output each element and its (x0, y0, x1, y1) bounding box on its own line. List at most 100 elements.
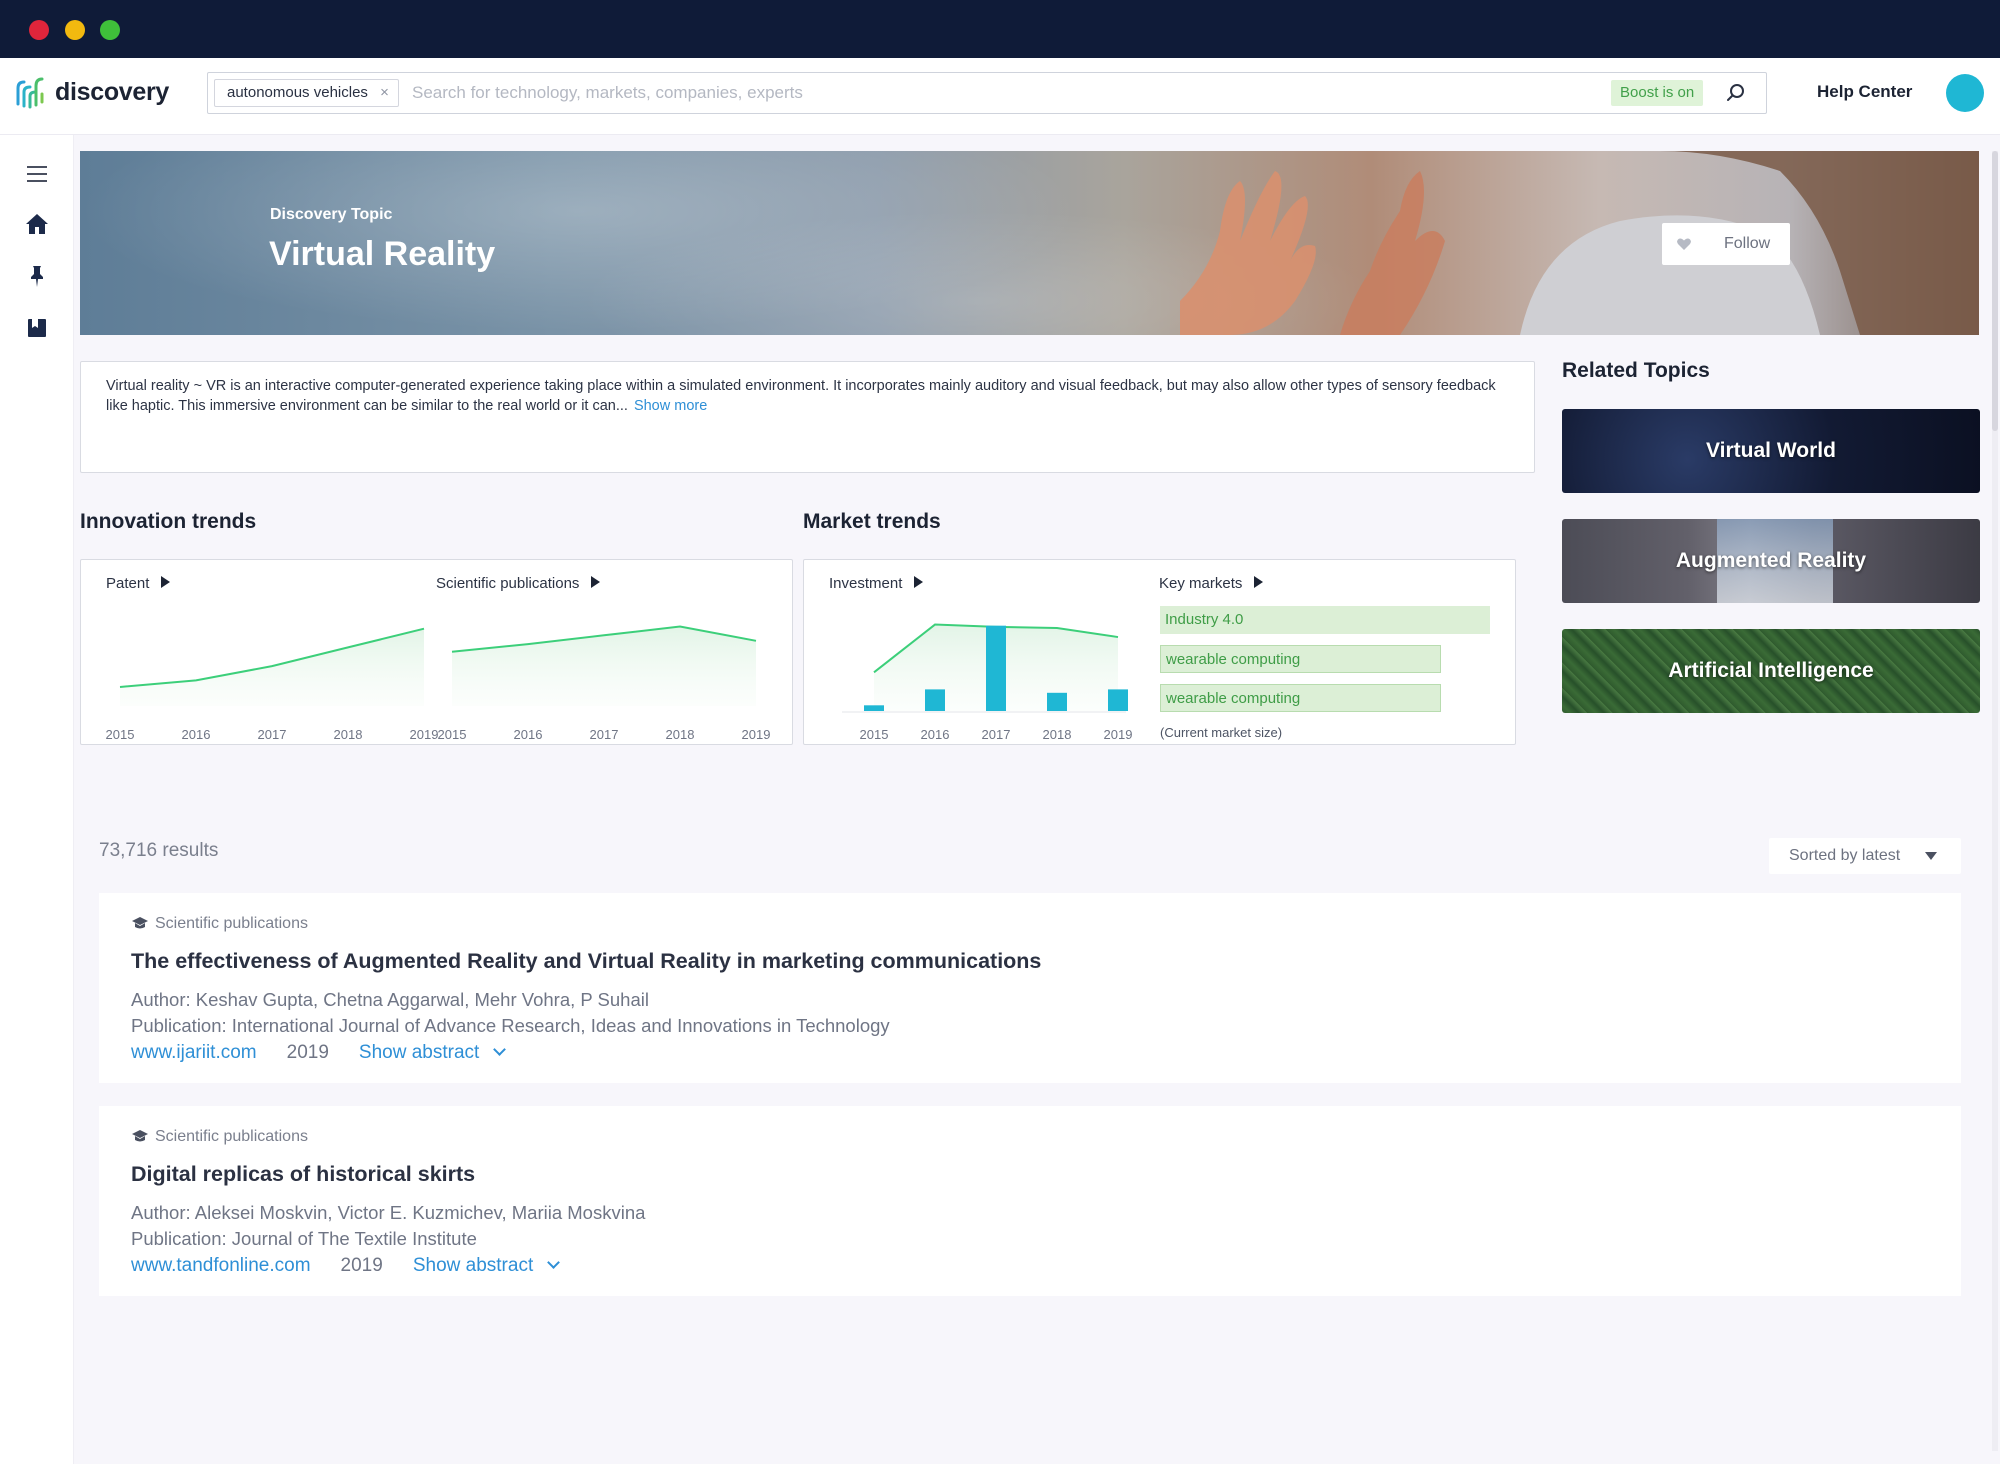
chip-close-icon[interactable]: × (380, 80, 389, 106)
top-header: discovery autonomous vehicles × Boost is… (0, 58, 2000, 135)
pin-icon[interactable] (24, 263, 50, 289)
related-topic-artificial-intelligence[interactable]: Artificial Intelligence (1562, 629, 1980, 713)
result-title[interactable]: The effectiveness of Augmented Reality a… (131, 949, 1041, 974)
brand-name: discovery (55, 78, 169, 107)
menu-icon[interactable] (24, 161, 50, 187)
discovery-logo-icon (14, 74, 46, 110)
publications-chart-tick: 2017 (590, 727, 619, 742)
bookmark-icon[interactable] (24, 315, 50, 341)
investment-tick: 2016 (921, 727, 950, 742)
market-trends-card: Investment Key markets 20152016201720182… (803, 559, 1516, 745)
result-year: 2019 (341, 1255, 383, 1276)
chevron-down-icon[interactable] (493, 1043, 506, 1056)
publications-chart-tick: 2016 (514, 727, 543, 742)
key-market-bar[interactable]: wearable computing (1160, 684, 1441, 712)
play-icon (1254, 576, 1263, 588)
investment-bar (986, 626, 1006, 711)
show-abstract-button[interactable]: Show abstract (413, 1255, 533, 1276)
publications-chart-tick: 2019 (742, 727, 771, 742)
topic-description: Virtual reality ~ VR is an interactive c… (80, 361, 1535, 473)
key-market-bar[interactable]: Industry 4.0 (1160, 606, 1490, 634)
patent-chart-tick: 2015 (106, 727, 135, 742)
market-size-note: (Current market size) (1160, 725, 1282, 740)
result-site-link[interactable]: www.tandfonline.com (131, 1255, 311, 1276)
innovation-trends-card: Patent Scientific publications 201520162… (80, 559, 793, 745)
related-topic-label: Augmented Reality (1676, 549, 1866, 572)
show-more-link[interactable]: Show more (634, 398, 707, 414)
patent-chart-tick: 2018 (334, 727, 363, 742)
results-count: 73,716 results (99, 840, 218, 862)
help-center-link[interactable]: Help Center (1817, 82, 1912, 102)
topic-hero-banner: Discovery Topic Virtual Reality Follow (80, 151, 1979, 335)
related-topic-label: Artificial Intelligence (1668, 659, 1873, 682)
investment-chart: 2015 2016 2017 2018 2019 (804, 560, 1134, 746)
result-site-link[interactable]: www.ijariit.com (131, 1042, 257, 1063)
follow-label: Follow (1724, 235, 1770, 252)
result-publication: Publication: International Journal of Ad… (131, 1015, 890, 1037)
publications-chart-tick: 2018 (666, 727, 695, 742)
maximize-window-button[interactable] (100, 20, 120, 40)
result-item: Scientific publications The effectivenes… (99, 893, 1961, 1083)
scrollbar-thumb[interactable] (1992, 151, 1998, 431)
market-trends-heading: Market trends (803, 510, 941, 534)
result-type: Scientific publications (131, 1128, 308, 1146)
show-abstract-button[interactable]: Show abstract (359, 1042, 479, 1063)
graduation-cap-icon (131, 1128, 149, 1144)
result-links: www.ijariit.com 2019 Show abstract (131, 1042, 504, 1064)
investment-bar (864, 705, 884, 711)
investment-bar (1108, 689, 1128, 711)
result-type-label: Scientific publications (155, 915, 308, 932)
result-type-label: Scientific publications (155, 1128, 308, 1145)
result-item: Scientific publications Digital replicas… (99, 1106, 1961, 1296)
search-filter-chip[interactable]: autonomous vehicles × (214, 79, 399, 107)
patent-chart-tick: 2017 (258, 727, 287, 742)
investment-tick: 2017 (982, 727, 1011, 742)
topic-title: Virtual Reality (269, 235, 495, 274)
innovation-trends-heading: Innovation trends (80, 510, 256, 534)
graduation-cap-icon (131, 915, 149, 931)
user-avatar[interactable] (1946, 74, 1984, 112)
innovation-charts: 2015201620172018201920152016201720182019 (81, 560, 794, 746)
investment-tick: 2018 (1043, 727, 1072, 742)
follow-button[interactable]: Follow (1662, 223, 1790, 265)
key-markets-link[interactable]: Key markets (1159, 575, 1263, 592)
result-title[interactable]: Digital replicas of historical skirts (131, 1162, 475, 1187)
caret-down-icon (1925, 852, 1937, 860)
left-sidebar (0, 135, 74, 1464)
description-text: Virtual reality ~ VR is an interactive c… (106, 378, 1496, 414)
heart-icon (1676, 236, 1692, 252)
result-year: 2019 (287, 1042, 329, 1063)
publications-chart-tick: 2015 (438, 727, 467, 742)
related-topic-augmented-reality[interactable]: Augmented Reality (1562, 519, 1980, 603)
sort-label: Sorted by latest (1789, 847, 1900, 864)
result-type: Scientific publications (131, 915, 308, 933)
close-window-button[interactable] (29, 20, 49, 40)
related-topics-heading: Related Topics (1562, 359, 1710, 383)
search-bar: autonomous vehicles × Boost is on (207, 72, 1767, 114)
investment-bar (1047, 693, 1067, 711)
related-topic-label: Virtual World (1706, 439, 1836, 462)
key-market-bar[interactable]: wearable computing (1160, 645, 1441, 673)
hero-kicker: Discovery Topic (270, 206, 392, 224)
sort-dropdown[interactable]: Sorted by latest (1769, 838, 1961, 874)
key-markets-label: Key markets (1159, 575, 1242, 592)
search-icon[interactable] (1725, 82, 1747, 104)
window-titlebar (0, 0, 2000, 58)
related-topic-virtual-world[interactable]: Virtual World (1562, 409, 1980, 493)
hero-hand-illustration (1100, 151, 1979, 335)
chevron-down-icon[interactable] (547, 1256, 560, 1269)
patent-chart-tick: 2019 (410, 727, 439, 742)
investment-tick: 2019 (1104, 727, 1133, 742)
home-icon[interactable] (24, 211, 50, 237)
investment-bar (925, 689, 945, 711)
boost-badge[interactable]: Boost is on (1611, 80, 1703, 106)
investment-tick: 2015 (860, 727, 889, 742)
result-publication: Publication: Journal of The Textile Inst… (131, 1228, 477, 1250)
search-chip-label: autonomous vehicles (227, 84, 368, 101)
publications-chart-area (452, 627, 756, 707)
search-input[interactable] (412, 81, 1412, 105)
result-author: Author: Keshav Gupta, Chetna Aggarwal, M… (131, 989, 649, 1011)
minimize-window-button[interactable] (65, 20, 85, 40)
brand-logo[interactable]: discovery (14, 74, 169, 110)
result-author: Author: Aleksei Moskvin, Victor E. Kuzmi… (131, 1202, 645, 1224)
